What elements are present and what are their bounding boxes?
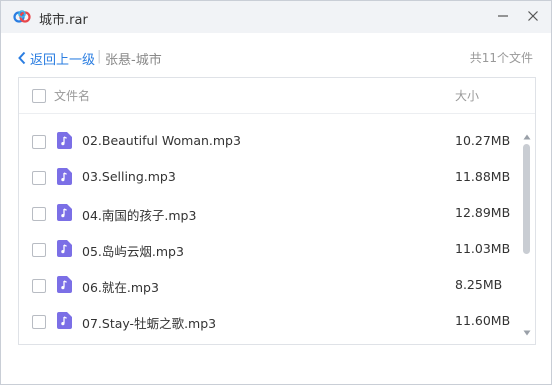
music-file-icon <box>57 204 72 221</box>
breadcrumb-current-folder: 张悬-城市 <box>105 53 162 68</box>
file-list-panel: 文件名 大小 02.Beautiful Woman.mp3 10.27MB 03… <box>18 77 536 345</box>
row-checkbox[interactable] <box>32 207 46 221</box>
file-size: 12.89MB <box>455 205 511 220</box>
row-checkbox[interactable] <box>32 171 46 185</box>
cloud-logo-icon <box>13 10 31 23</box>
table-row[interactable]: 06.就在.mp3 8.25MB <box>19 268 519 304</box>
title-bar: 城市.rar <box>1 1 551 33</box>
close-button[interactable] <box>521 5 545 27</box>
music-file-icon <box>57 276 72 293</box>
table-header: 文件名 大小 <box>19 78 535 114</box>
column-header-size: 大小 <box>455 89 480 103</box>
window-title: 城市.rar <box>39 13 88 28</box>
back-link[interactable]: 返回上一级 <box>17 49 96 68</box>
file-size: 11.60MB <box>455 313 511 328</box>
file-count: 共11个文件 <box>469 51 533 65</box>
file-size: 8.25MB <box>455 277 503 292</box>
table-row[interactable]: 07.Stay-牡蛎之歌.mp3 11.60MB <box>19 304 519 340</box>
archive-preview-window: 城市.rar 返回上一级 | 张悬-城市 共11个文件 文件名 大小 02.Be… <box>0 0 552 385</box>
minimize-icon <box>498 15 508 17</box>
file-name: 07.Stay-牡蛎之歌.mp3 <box>82 316 217 331</box>
vertical-scrollbar[interactable] <box>521 114 533 342</box>
scrollbar-thumb[interactable] <box>523 144 530 254</box>
row-checkbox[interactable] <box>32 315 46 329</box>
file-list: 02.Beautiful Woman.mp3 10.27MB 03.Sellin… <box>19 124 519 340</box>
file-name: 05.岛屿云烟.mp3 <box>82 244 184 259</box>
breadcrumb-separator: | <box>97 49 102 64</box>
music-file-icon <box>57 240 72 257</box>
music-file-icon <box>57 312 72 329</box>
table-row[interactable]: 05.岛屿云烟.mp3 11.03MB <box>19 232 519 268</box>
music-file-icon <box>57 132 72 149</box>
table-row[interactable]: 04.南国的孩子.mp3 12.89MB <box>19 196 519 232</box>
row-checkbox[interactable] <box>32 135 46 149</box>
table-row[interactable]: 03.Selling.mp3 11.88MB <box>19 160 519 196</box>
file-name: 06.就在.mp3 <box>82 280 159 295</box>
file-name: 02.Beautiful Woman.mp3 <box>82 133 241 148</box>
back-label: 返回上一级 <box>30 52 96 68</box>
file-name: 03.Selling.mp3 <box>82 169 176 184</box>
scroll-up-arrow-icon[interactable] <box>523 134 531 140</box>
row-checkbox[interactable] <box>32 279 46 293</box>
minimize-button[interactable] <box>491 5 515 27</box>
close-icon <box>528 11 538 21</box>
file-name: 04.南国的孩子.mp3 <box>82 208 197 223</box>
scroll-down-arrow-icon[interactable] <box>523 330 531 336</box>
chevron-left-icon <box>18 51 26 65</box>
column-header-name: 文件名 <box>54 89 91 103</box>
table-row[interactable]: 02.Beautiful Woman.mp3 10.27MB <box>19 124 519 160</box>
row-checkbox[interactable] <box>32 243 46 257</box>
file-size: 11.88MB <box>455 169 511 184</box>
file-size: 10.27MB <box>455 133 511 148</box>
file-size: 11.03MB <box>455 241 511 256</box>
select-all-checkbox[interactable] <box>32 89 46 103</box>
music-file-icon <box>57 168 72 185</box>
